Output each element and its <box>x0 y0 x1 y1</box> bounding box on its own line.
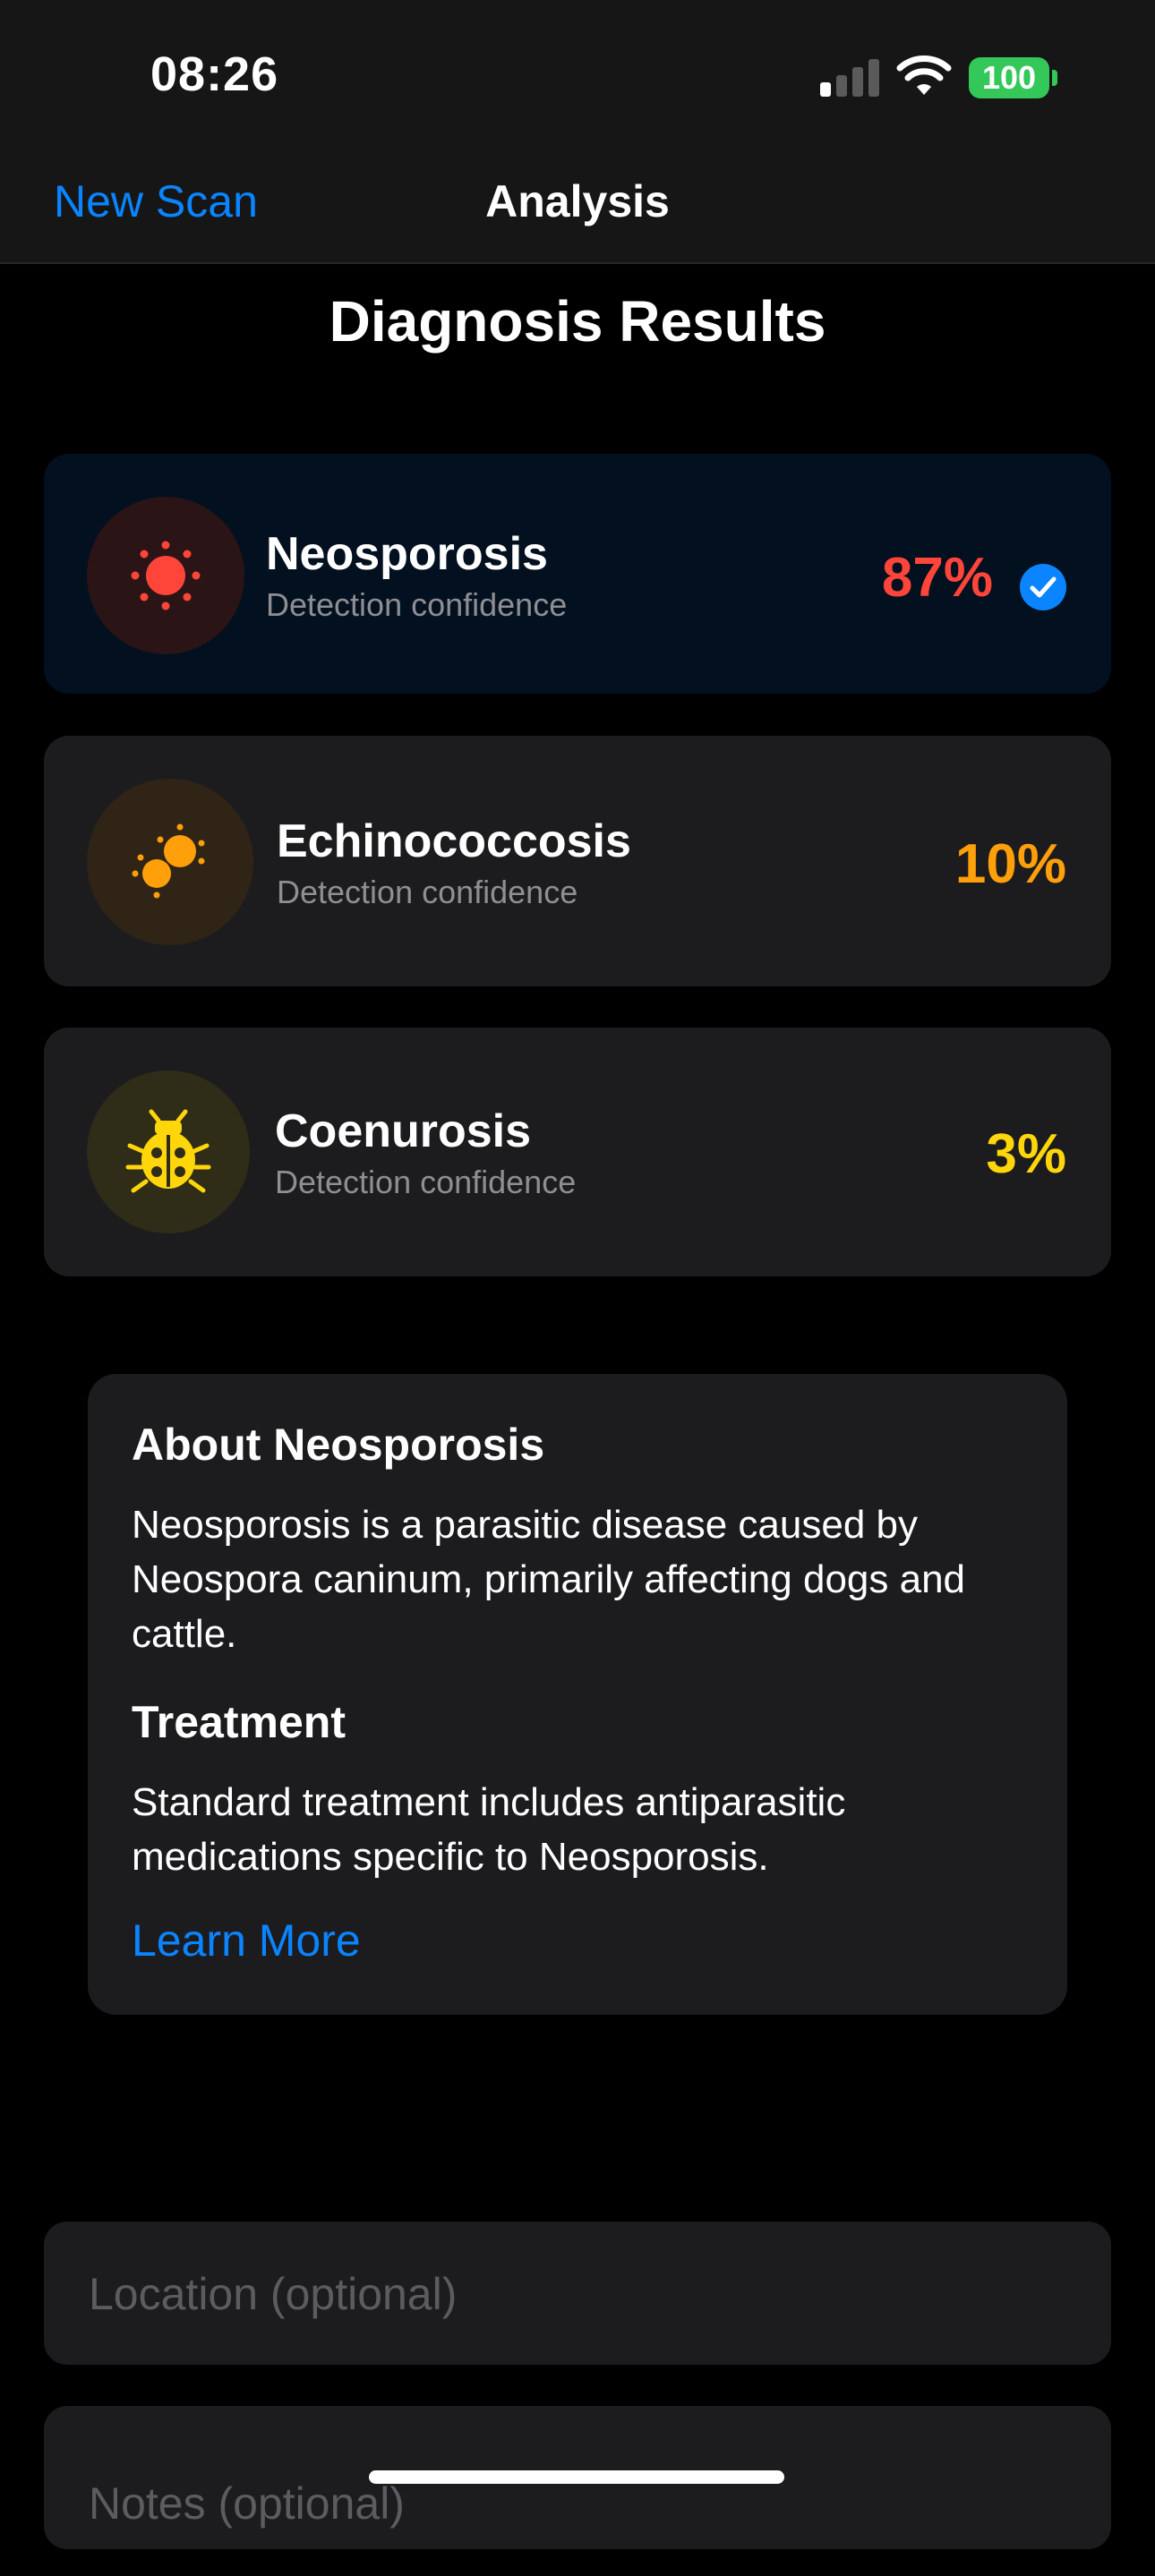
status-bar: 08:26 100 <box>0 0 1155 143</box>
result-confidence: 3% <box>986 1123 1066 1185</box>
home-indicator <box>369 2470 784 2484</box>
result-subtitle: Detection confidence <box>266 586 568 623</box>
result-name: Echinococcosis <box>277 815 631 867</box>
location-field <box>44 2222 1111 2367</box>
result-card-coenurosis[interactable]: Coenurosis Detection confidence 3% <box>44 1028 1111 1276</box>
about-title: About Neosporosis <box>132 1420 545 1470</box>
sun-icon <box>87 497 244 654</box>
battery-terminal <box>1052 70 1057 86</box>
circles-icon <box>87 779 253 945</box>
result-card-neosporosis[interactable]: Neosporosis Detection confidence 87% <box>44 454 1111 694</box>
ladybug-icon <box>87 1070 250 1233</box>
location-input[interactable] <box>87 2222 1066 2367</box>
nav-bar: Analysis New Scan <box>0 143 1155 264</box>
about-card: About Neosporosis Neosporosis is a paras… <box>88 1374 1067 2015</box>
status-time: 08:26 <box>150 47 279 101</box>
cellular-signal-icon <box>818 57 881 97</box>
result-confidence: 10% <box>954 833 1066 895</box>
battery-indicator: 100 <box>969 57 1049 98</box>
result-confidence: 87% <box>881 547 993 609</box>
result-name: Coenurosis <box>275 1105 532 1157</box>
result-card-echinococcosis[interactable]: Echinococcosis Detection confidence 10% <box>44 736 1111 986</box>
checkmark-icon <box>1020 564 1066 610</box>
page-heading: Diagnosis Results <box>329 289 826 354</box>
new-scan-button[interactable]: New Scan <box>54 175 258 227</box>
result-subtitle: Detection confidence <box>275 1164 577 1200</box>
treatment-description: Standard treatment includes antiparasiti… <box>132 1780 846 1879</box>
about-description: Neosporosis is a parasitic disease cause… <box>132 1503 966 1656</box>
wifi-icon <box>896 55 952 95</box>
learn-more-link[interactable]: Learn More <box>132 1915 361 1966</box>
treatment-title: Treatment <box>132 1697 346 1747</box>
notes-input[interactable] <box>87 2431 1066 2576</box>
result-subtitle: Detection confidence <box>277 874 578 910</box>
result-name: Neosporosis <box>266 528 548 580</box>
